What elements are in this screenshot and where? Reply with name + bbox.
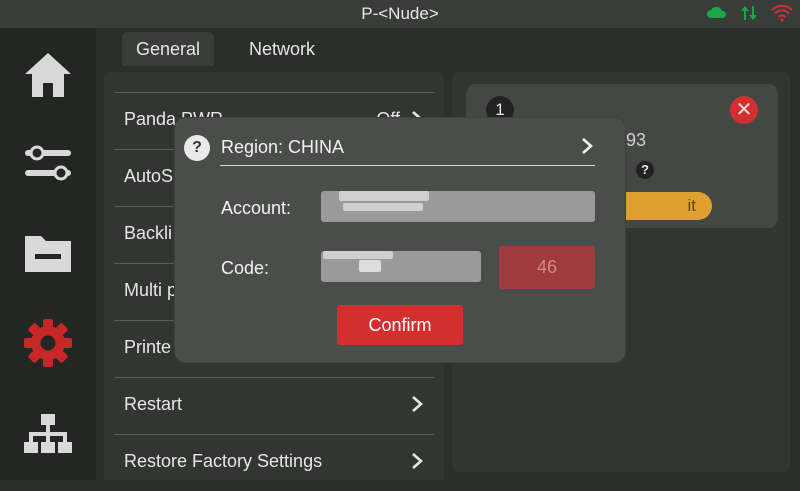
redacted-blur: [343, 203, 423, 211]
sliders-icon: [25, 145, 71, 181]
folder-icon: [25, 236, 71, 272]
divider: [220, 165, 595, 166]
status-icons: [706, 4, 793, 22]
close-button[interactable]: ✕: [730, 96, 758, 124]
settings-tabs: General Network: [104, 28, 444, 68]
title-bar: P-<Nude>: [0, 0, 800, 28]
help-icon[interactable]: ?: [636, 161, 654, 179]
row-label: AutoS: [124, 166, 174, 186]
redacted-blur: [359, 260, 381, 272]
cloud-icon: [706, 4, 728, 22]
region-selector[interactable]: Region: CHINA: [221, 137, 344, 158]
nav-controls[interactable]: [0, 128, 96, 198]
settings-row-restore-factory[interactable]: Restore Factory Settings: [114, 434, 434, 491]
confirm-button[interactable]: Confirm: [337, 305, 463, 345]
wifi-icon[interactable]: [770, 4, 793, 22]
row-label: Printe: [124, 337, 172, 357]
account-label: Account:: [221, 198, 292, 218]
nav-home[interactable]: [0, 40, 96, 110]
row-label: Restore Factory Settings: [124, 451, 323, 471]
tab-general[interactable]: General: [122, 32, 215, 66]
chevron-right-icon[interactable]: [580, 137, 594, 155]
gear-icon: [24, 319, 72, 367]
device-title: P-<Nude>: [361, 4, 439, 23]
code-input[interactable]: [321, 251, 481, 282]
tab-network[interactable]: Network: [235, 32, 329, 66]
row-label: Multi p: [124, 280, 178, 300]
send-code-button[interactable]: 46: [499, 246, 595, 289]
redacted-blur: [339, 191, 429, 201]
redacted-blur: [323, 251, 393, 259]
login-dialog: ? Region: CHINA Account: Code: 46 Confir…: [175, 118, 625, 362]
nav-network[interactable]: [0, 400, 96, 470]
sidebar: [0, 28, 96, 480]
network-icon: [24, 414, 72, 453]
close-icon: ✕: [735, 99, 753, 121]
row-label: Backli: [124, 223, 173, 243]
sync-arrows-icon: [738, 4, 760, 22]
chevron-right-icon: [412, 396, 423, 412]
chevron-right-icon: [412, 453, 423, 469]
row-label: Restart: [124, 394, 183, 414]
help-icon[interactable]: ?: [184, 135, 210, 161]
account-input[interactable]: [321, 191, 595, 222]
settings-row-restart[interactable]: Restart: [114, 377, 434, 434]
nav-files[interactable]: [0, 218, 96, 288]
home-icon: [25, 53, 71, 97]
code-label: Code:: [221, 258, 270, 278]
nav-settings[interactable]: [0, 308, 96, 378]
